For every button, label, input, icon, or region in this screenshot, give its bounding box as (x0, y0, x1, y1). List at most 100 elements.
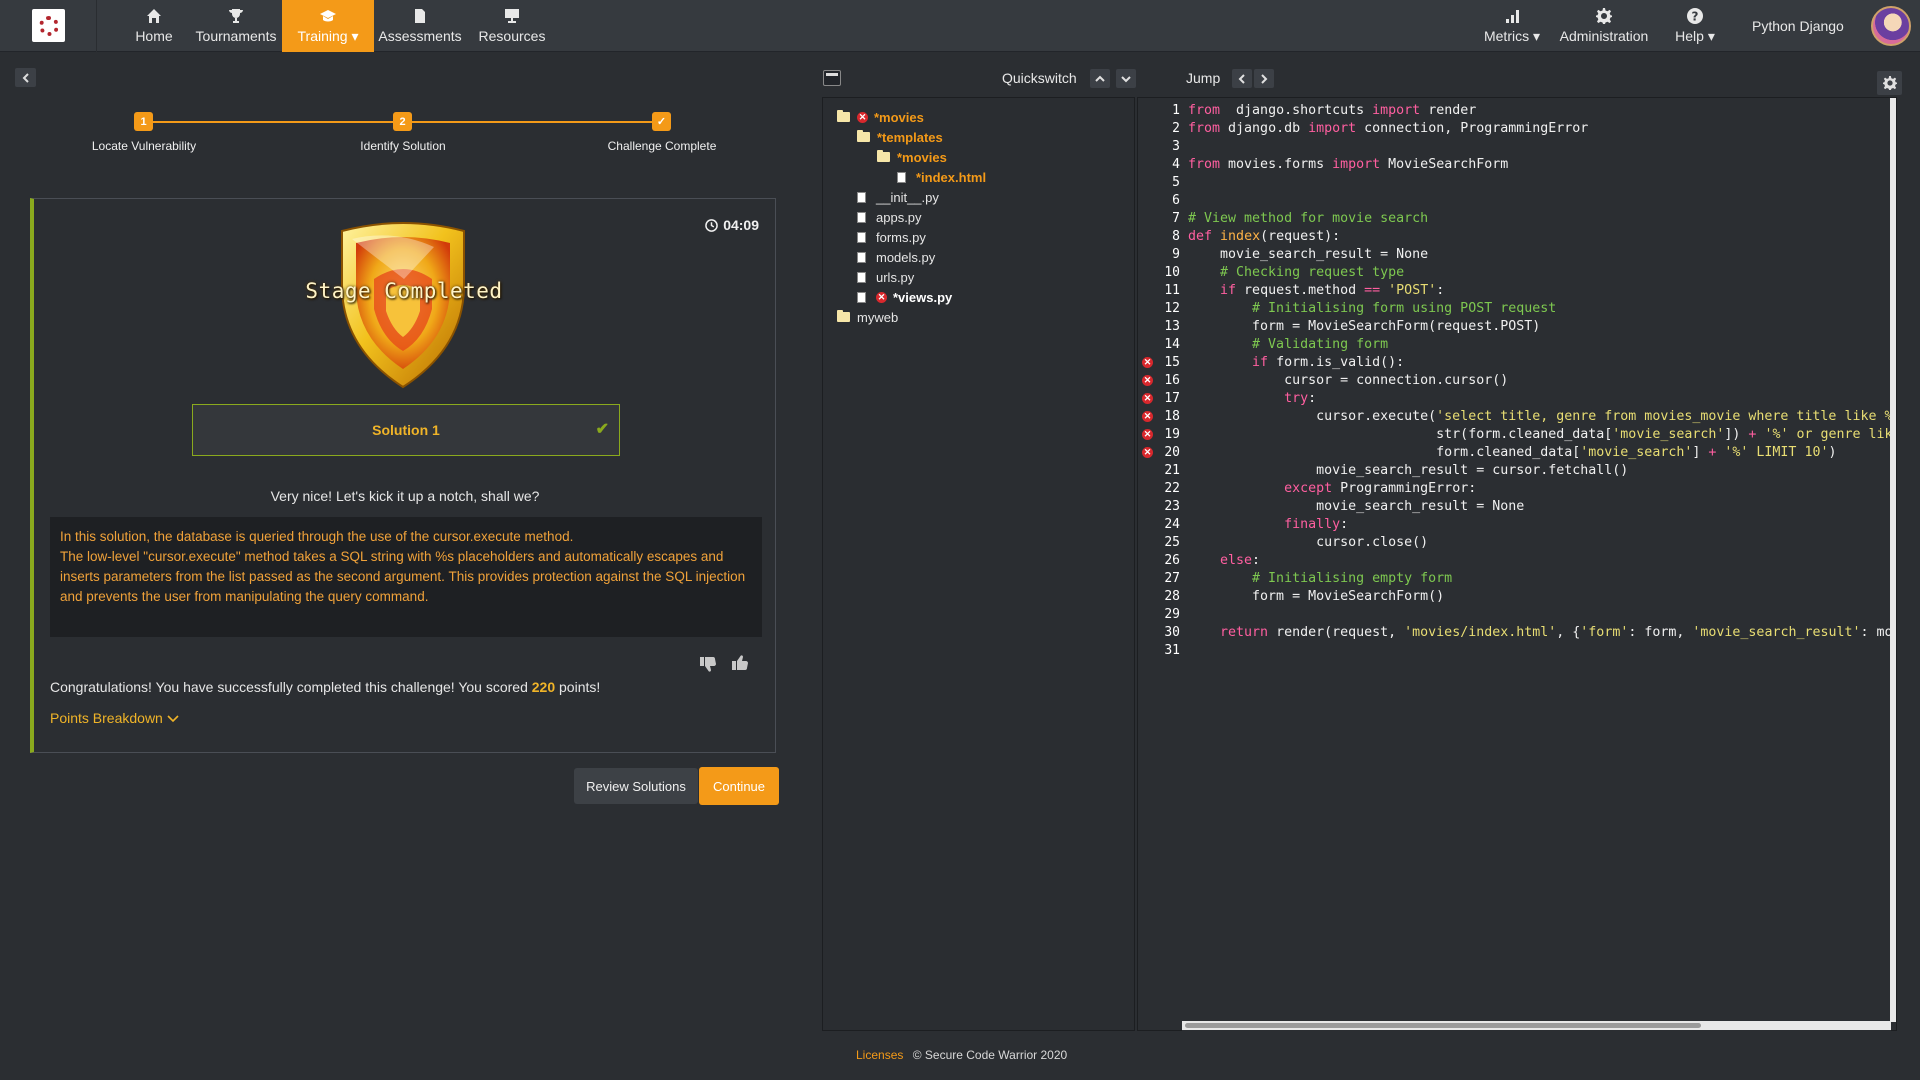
code-line[interactable]: form = MovieSearchForm(request.POST) (1188, 318, 1540, 336)
code-line[interactable]: movie_search_result = None (1188, 498, 1524, 516)
thumbs-down-icon[interactable] (697, 653, 719, 675)
code-line[interactable]: from django.db import connection, Progra… (1188, 120, 1588, 138)
thumbs-up-icon[interactable] (729, 652, 751, 674)
code-content[interactable]: from django.shortcuts import render from … (1182, 98, 1891, 1034)
tree-folder[interactable]: ✕ *movies (837, 108, 924, 126)
nav-item-metrics[interactable]: Metrics ▾ (1474, 0, 1550, 52)
tree-file[interactable]: models.py (857, 248, 935, 266)
error-marker-icon[interactable]: ✕ (1142, 411, 1153, 422)
code-line[interactable]: except ProgrammingError: (1188, 480, 1476, 498)
vertical-scrollbar[interactable] (1890, 98, 1896, 1022)
nav-item-resources[interactable]: Resources (470, 0, 554, 52)
error-marker-icon[interactable]: ✕ (1142, 357, 1153, 368)
code-line[interactable]: # Initialising empty form (1188, 570, 1452, 588)
user-avatar[interactable] (1871, 6, 1911, 46)
line-number: 21 (1164, 463, 1180, 478)
tree-file[interactable]: apps.py (857, 208, 922, 226)
points-breakdown-toggle[interactable]: Points Breakdown (50, 710, 179, 726)
nav-item-home[interactable]: Home (120, 0, 188, 52)
nav-item-help[interactable]: ? Help ▾ (1664, 0, 1726, 52)
tree-folder[interactable]: *templates (857, 128, 943, 146)
code-line[interactable]: from movies.forms import MovieSearchForm (1188, 156, 1508, 174)
company-logo[interactable] (32, 9, 65, 42)
code-token: : movie_search_result}) (1860, 625, 1891, 640)
points-breakdown-label: Points Breakdown (50, 710, 163, 726)
nav-item-administration[interactable]: Administration (1558, 0, 1650, 52)
code-editor[interactable]: 1 2 3 4 5 6 7 8 9 10 11 12 13 14 15 ✕ 16 ✕ 17 ✕ 18 ✕ 19 ✕ 20 ✕ 21 2… (1137, 97, 1897, 1034)
code-token: django.shortcuts (1220, 103, 1373, 118)
quickswitch-down-button[interactable] (1116, 69, 1136, 88)
code-line[interactable]: if request.method == 'POST': (1188, 282, 1444, 300)
code-token: cursor = connection.cursor() (1188, 373, 1509, 388)
code-line[interactable]: try: (1188, 390, 1316, 408)
code-token: # Initialising empty form (1188, 571, 1453, 586)
code-token: if (1188, 355, 1269, 370)
code-token: from (1188, 157, 1221, 172)
code-line[interactable]: cursor.close() (1188, 534, 1428, 552)
error-marker-icon[interactable]: ✕ (1142, 447, 1153, 458)
jump-next-button[interactable] (1254, 69, 1274, 88)
code-line[interactable]: # View method for movie search (1188, 210, 1428, 228)
code-line[interactable]: # Validating form (1188, 336, 1388, 354)
tree-folder[interactable]: myweb (837, 308, 898, 326)
line-number: 7 (1172, 211, 1180, 226)
congratulations-message: Congratulations! You have successfully c… (50, 679, 600, 695)
jump-previous-button[interactable] (1232, 69, 1252, 88)
chevron-left-icon (1238, 73, 1245, 84)
solution-selector[interactable]: Solution 1 ✔ (192, 404, 620, 456)
code-line[interactable]: # Checking request type (1188, 264, 1404, 282)
user-name[interactable]: Python Django (1752, 18, 1844, 34)
code-line[interactable]: cursor = connection.cursor() (1188, 372, 1508, 390)
code-line[interactable]: finally: (1188, 516, 1348, 534)
code-line[interactable]: form = MovieSearchForm() (1188, 588, 1444, 606)
nav-divider (96, 0, 97, 52)
code-line[interactable]: return render(request, 'movies/index.htm… (1188, 624, 1891, 642)
line-number: 1 (1172, 103, 1180, 118)
code-line[interactable]: from django.shortcuts import render (1188, 102, 1476, 120)
review-solutions-button[interactable]: Review Solutions (574, 768, 698, 804)
continue-button[interactable]: Continue (699, 767, 779, 805)
tree-file[interactable]: urls.py (857, 268, 914, 286)
nav-item-tournaments[interactable]: Tournaments (194, 0, 278, 52)
collapse-panel-button[interactable] (15, 68, 36, 87)
code-line[interactable]: form.cleaned_data['movie_search'] + '%' … (1188, 444, 1836, 462)
licenses-link[interactable]: Licenses (856, 1048, 903, 1062)
toggle-file-tree-button[interactable] (823, 70, 841, 86)
error-marker-icon[interactable]: ✕ (1142, 375, 1153, 386)
code-line[interactable]: movie_search_result = None (1188, 246, 1428, 264)
badge-title: Stage Completed (305, 279, 503, 303)
code-line[interactable]: else: (1188, 552, 1260, 570)
tree-file[interactable]: __init__.py (857, 188, 939, 206)
code-token: 'form' (1580, 625, 1629, 640)
code-token: : (1308, 391, 1317, 406)
nav-item-training[interactable]: Training ▾ (282, 0, 374, 52)
error-marker-icon[interactable]: ✕ (1142, 429, 1153, 440)
jump-label: Jump (1186, 70, 1221, 86)
tree-folder[interactable]: *movies (877, 148, 947, 166)
error-marker-icon[interactable]: ✕ (1142, 393, 1153, 404)
tree-item-label: *views.py (893, 289, 953, 305)
tree-file[interactable]: forms.py (857, 228, 926, 246)
nav-item-assessments[interactable]: Assessments (378, 0, 462, 52)
line-number: 10 (1164, 265, 1180, 280)
step-label: Challenge Complete (607, 139, 717, 153)
code-line[interactable]: str(form.cleaned_data['movie_search']) +… (1188, 426, 1891, 444)
tree-file[interactable]: *index.html (897, 168, 986, 186)
check-icon: ✔ (595, 421, 609, 438)
code-token: form = MovieSearchForm(request.POST) (1188, 319, 1541, 334)
trophy-icon (229, 9, 243, 23)
home-icon (147, 9, 161, 23)
horizontal-scrollbar-thumb[interactable] (1185, 1023, 1701, 1028)
tree-item-label: *index.html (916, 169, 987, 185)
code-line[interactable]: cursor.execute('select title, genre from… (1188, 408, 1891, 426)
copyright-text: © Secure Code Warrior 2020 (912, 1048, 1068, 1062)
editor-settings-button[interactable] (1877, 71, 1902, 95)
tree-file[interactable]: ✕ *views.py (857, 288, 952, 306)
code-line[interactable]: if form.is_valid(): (1188, 354, 1404, 372)
code-line[interactable]: movie_search_result = cursor.fetchall() (1188, 462, 1628, 480)
code-token: return (1188, 625, 1269, 640)
code-line[interactable]: # Initialising form using POST request (1188, 300, 1556, 318)
code-line[interactable]: def index(request): (1188, 228, 1340, 246)
top-navigation-bar: Home Tournaments Training ▾ Assessments … (0, 0, 1920, 52)
quickswitch-up-button[interactable] (1090, 69, 1110, 88)
